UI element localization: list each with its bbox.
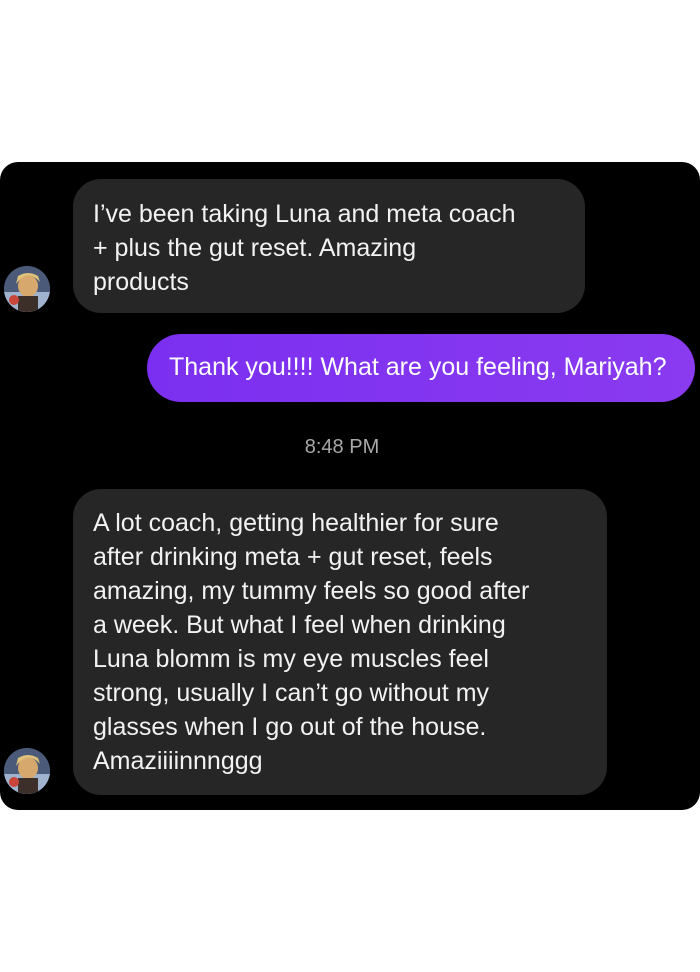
chat-thread: I’ve been taking Luna and meta coach + p… [0,162,700,810]
incoming-message-bubble[interactable]: A lot coach, getting healthier for sure … [73,489,607,795]
sender-avatar[interactable] [4,748,50,794]
incoming-message-bubble[interactable]: I’ve been taking Luna and meta coach + p… [73,179,585,313]
avatar-photo-icon [4,266,50,312]
avatar-photo-icon [4,748,50,794]
message-timestamp: 8:48 PM [304,436,380,458]
sender-avatar[interactable] [4,266,50,312]
outgoing-message-bubble[interactable]: Thank you!!!! What are you feeling, Mari… [147,334,695,402]
